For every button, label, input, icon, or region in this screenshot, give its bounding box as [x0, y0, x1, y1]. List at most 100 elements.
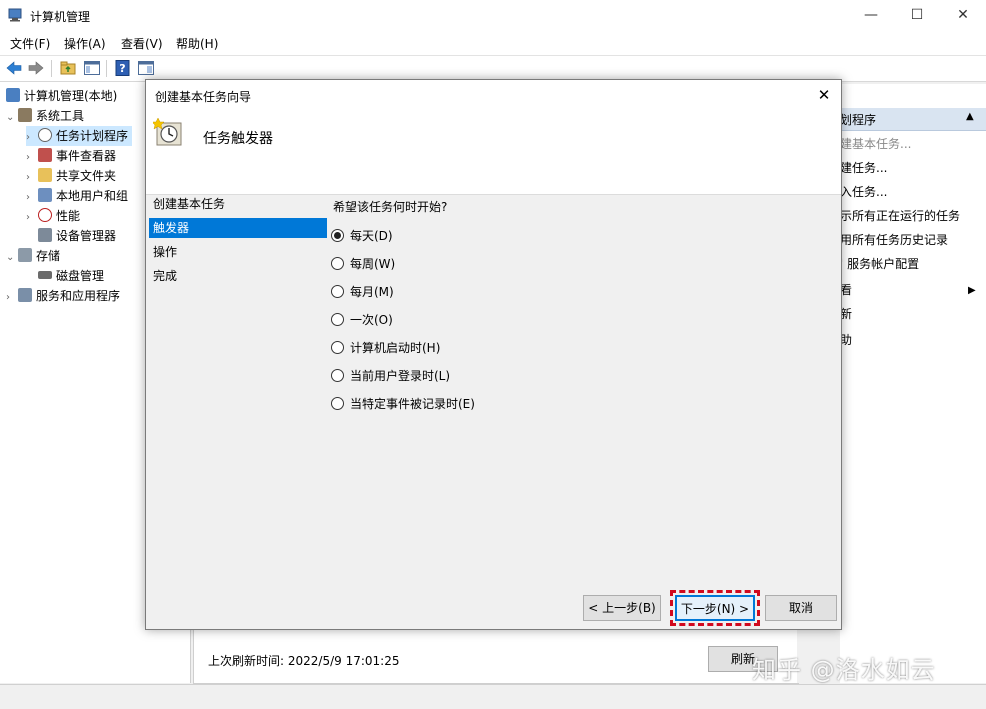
actions-pane: 划程序 ▲ 建基本任务... 建任务... 入任务... 示所有正在运行的任务 …: [840, 84, 986, 683]
collapse-up-icon[interactable]: ▲: [966, 111, 974, 122]
tree-item-label: 本地用户和组: [56, 189, 129, 203]
radio-label: 一次(O): [350, 313, 393, 327]
submenu-arrow-icon[interactable]: ▶: [968, 285, 976, 296]
tree-item-local-users[interactable]: › 本地用户和组: [26, 186, 128, 206]
wizard-step-finish: 完成: [153, 269, 178, 283]
radio-daily[interactable]: 每天(D): [331, 226, 393, 246]
chevron-down-icon[interactable]: ⌄: [6, 248, 18, 268]
event-viewer-icon: [38, 148, 52, 162]
forward-arrow-icon[interactable]: [27, 59, 45, 77]
tree-item-label: 存储: [36, 249, 61, 263]
window-title: 计算机管理: [30, 10, 91, 24]
radio-label: 每周(W): [350, 257, 396, 271]
chevron-right-icon[interactable]: ›: [26, 148, 38, 168]
radio-indicator[interactable]: [331, 313, 344, 326]
tree-item-label: 磁盘管理: [56, 269, 105, 283]
radio-indicator[interactable]: [331, 285, 344, 298]
cancel-button[interactable]: 取消: [765, 595, 837, 621]
radio-monthly[interactable]: 每月(M): [331, 282, 394, 302]
dialog-header: 任务触发器: [146, 110, 841, 195]
tree-item-label: 计算机管理(本地): [24, 89, 118, 103]
menu-action[interactable]: 操作(A): [64, 35, 106, 52]
tree-item-system-tools[interactable]: ⌄ 系统工具: [6, 106, 84, 126]
chevron-right-icon[interactable]: ›: [6, 288, 18, 308]
services-icon: [18, 288, 32, 302]
tree-item-label: 性能: [56, 209, 81, 223]
wizard-step-trigger: 触发器: [149, 218, 327, 238]
show-hide-tree-icon[interactable]: [83, 59, 101, 77]
chevron-right-icon[interactable]: ›: [26, 168, 38, 188]
device-manager-icon: [38, 228, 52, 242]
tree-item-shared-folders[interactable]: › 共享文件夹: [26, 166, 116, 186]
computer-management-icon: [6, 88, 20, 102]
radio-label: 当特定事件被记录时(E): [350, 397, 475, 411]
chevron-down-icon[interactable]: ⌄: [6, 108, 18, 128]
performance-icon: [38, 208, 52, 222]
chevron-right-icon[interactable]: ›: [26, 128, 38, 148]
radio-weekly[interactable]: 每周(W): [331, 254, 395, 274]
radio-at-startup[interactable]: 计算机启动时(H): [331, 338, 440, 358]
show-action-pane-icon[interactable]: [137, 59, 155, 77]
action-enable-history[interactable]: 用所有任务历史记录: [840, 228, 948, 252]
tree-item-disk-management[interactable]: 磁盘管理: [38, 266, 104, 286]
tree-item-device-manager[interactable]: 设备管理器: [38, 226, 116, 246]
tree-item-task-scheduler[interactable]: › 任务计划程序: [26, 126, 133, 148]
menu-help[interactable]: 帮助(H): [176, 35, 218, 52]
storage-icon: [18, 248, 32, 262]
tree-item-root[interactable]: 计算机管理(本地): [6, 86, 117, 106]
menu-view[interactable]: 查看(V): [121, 35, 163, 52]
computer-management-icon: [8, 8, 24, 22]
status-bar: [0, 684, 986, 709]
up-folder-icon[interactable]: [59, 59, 77, 77]
maximize-button[interactable]: ☐: [894, 0, 940, 31]
window-titlebar: 计算机管理 — ☐ ✕: [0, 0, 986, 31]
dialog-titlebar: 创建基本任务向导 ✕: [146, 80, 841, 110]
task-clock-icon: [151, 116, 185, 148]
back-arrow-icon[interactable]: [5, 59, 23, 77]
toolbar-separator: [106, 60, 107, 77]
middle-pane-bottom: 上次刷新时间: 2022/5/9 17:01:25 刷新: [193, 628, 799, 684]
tree-item-storage[interactable]: ⌄ 存储: [6, 246, 60, 266]
help-icon[interactable]: ?: [114, 59, 132, 77]
radio-indicator[interactable]: [331, 257, 344, 270]
tree-item-label: 系统工具: [36, 109, 85, 123]
tools-icon: [18, 108, 32, 122]
radio-indicator[interactable]: [331, 397, 344, 410]
radio-indicator[interactable]: [331, 229, 344, 242]
svg-text:?: ?: [119, 62, 125, 75]
radio-at-logon[interactable]: 当前用户登录时(L): [331, 366, 450, 386]
action-import-task[interactable]: 入任务...: [840, 180, 887, 204]
actions-header[interactable]: 划程序 ▲: [840, 108, 986, 131]
create-basic-task-wizard: 创建基本任务向导 ✕ 任务触发器 创建基本任务 触发器 操作 完成 希望该任务何…: [145, 79, 842, 630]
disk-icon: [38, 271, 52, 279]
action-create-basic-task[interactable]: 建基本任务...: [840, 132, 911, 156]
tree-item-label: 设备管理器: [56, 229, 117, 243]
radio-indicator[interactable]: [331, 341, 344, 354]
tree-item-performance[interactable]: › 性能: [26, 206, 80, 226]
action-show-running[interactable]: 示所有正在运行的任务: [840, 204, 960, 228]
users-icon: [38, 188, 52, 202]
minimize-button[interactable]: —: [848, 0, 894, 31]
tree-item-event-viewer[interactable]: › 事件查看器: [26, 146, 116, 166]
dialog-close-button[interactable]: ✕: [812, 84, 836, 106]
back-button[interactable]: < 上一步(B): [583, 595, 661, 621]
clock-icon: [38, 128, 52, 142]
radio-once[interactable]: 一次(O): [331, 310, 393, 330]
chevron-right-icon[interactable]: ›: [26, 208, 38, 228]
radio-label: 计算机启动时(H): [350, 341, 441, 355]
toolbar: ?: [0, 55, 986, 82]
menu-file[interactable]: 文件(F): [10, 35, 50, 52]
close-button[interactable]: ✕: [940, 0, 986, 31]
action-service-account[interactable]: ˈ 服务帐户配置: [840, 252, 919, 276]
wizard-step-action: 操作: [153, 245, 178, 259]
trigger-question: 希望该任务何时开始?: [333, 200, 448, 214]
radio-indicator[interactable]: [331, 369, 344, 382]
chevron-right-icon[interactable]: ›: [26, 188, 38, 208]
radio-label: 每天(D): [350, 229, 393, 243]
action-create-task[interactable]: 建任务...: [840, 156, 887, 180]
tree-item-services[interactable]: › 服务和应用程序: [6, 286, 120, 306]
next-button-highlight: [670, 590, 760, 626]
radio-label: 每月(M): [350, 285, 394, 299]
menu-bar: 文件(F) 操作(A) 查看(V) 帮助(H): [0, 31, 986, 55]
radio-on-event[interactable]: 当特定事件被记录时(E): [331, 394, 475, 414]
